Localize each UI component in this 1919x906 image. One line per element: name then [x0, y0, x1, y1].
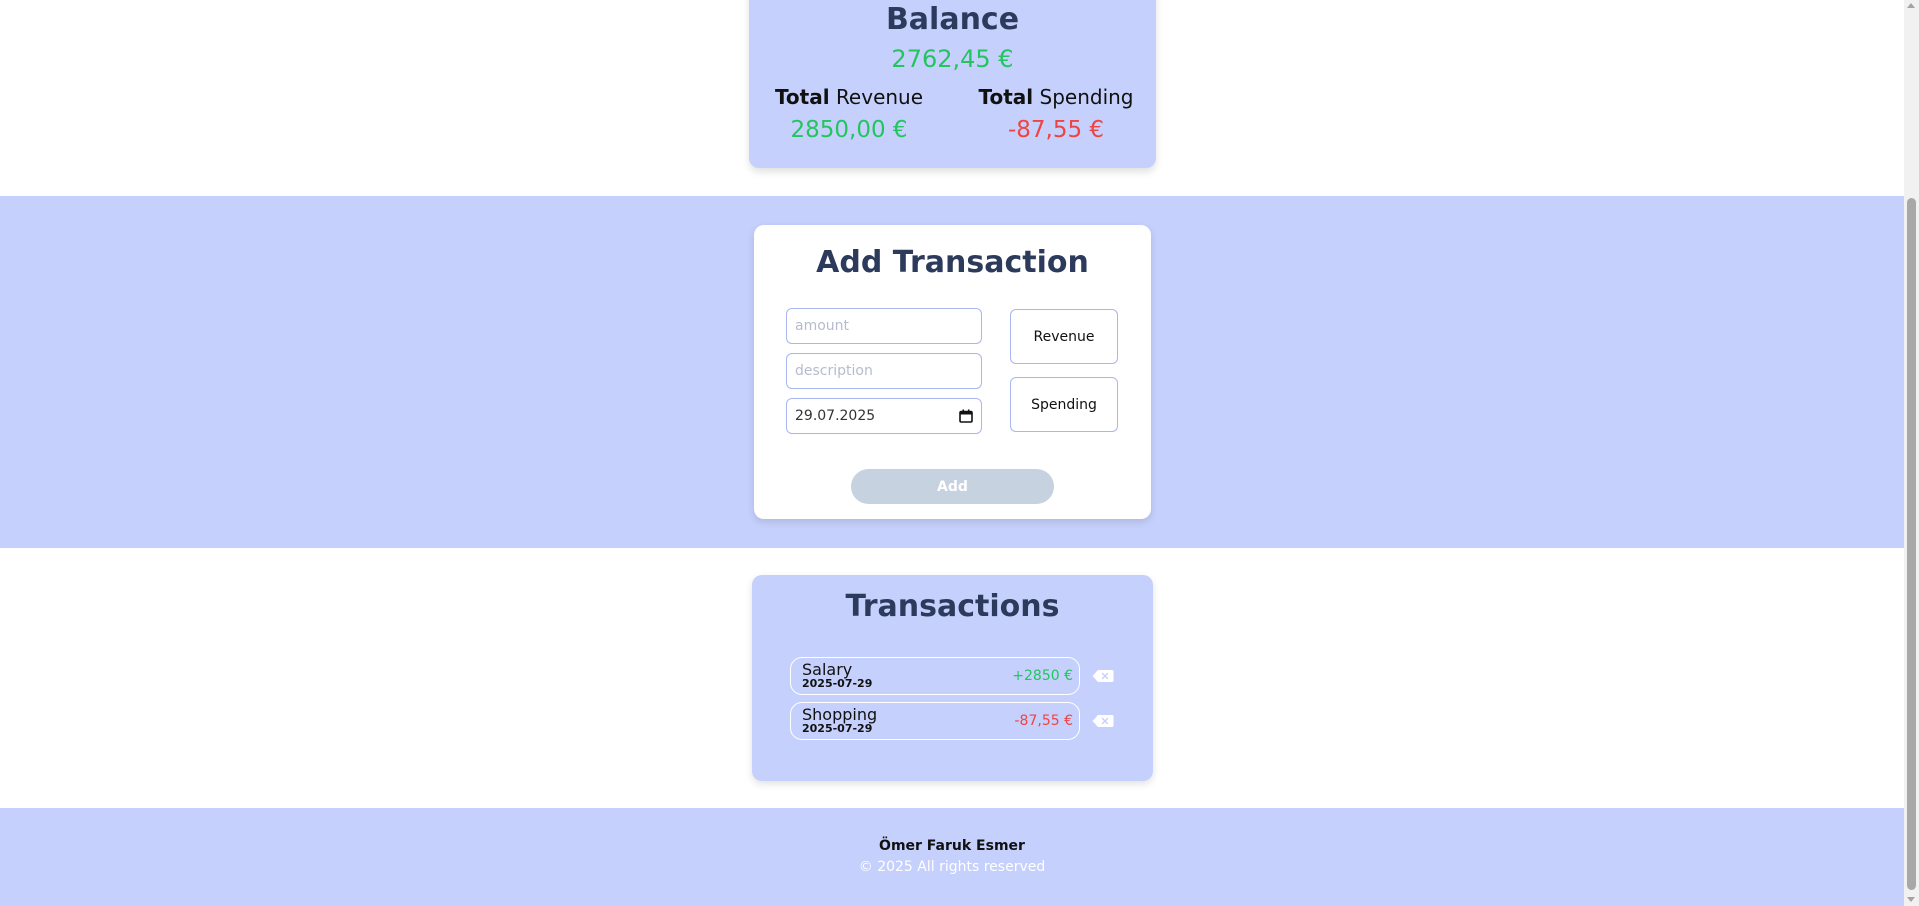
balance-value: 2762,45 €: [891, 45, 1014, 73]
transaction-amount: -87,55 €: [1014, 713, 1074, 729]
scroll-down-arrow-icon[interactable]: [1907, 897, 1915, 902]
transaction-amount: +2850 €: [1012, 668, 1073, 684]
footer-author: Ömer Faruk Esmer: [879, 838, 1025, 854]
add-transaction-title: Add Transaction: [816, 245, 1089, 280]
transactions-card: Transactions Salary 2025-07-29 +2850 € S…: [752, 575, 1153, 781]
transaction-row: Salary 2025-07-29 +2850 €: [790, 657, 1080, 695]
total-spending-block: Total Spending -87,55 €: [956, 85, 1156, 143]
total-spending-value: -87,55 €: [1007, 117, 1105, 143]
spending-word: Spending: [1039, 85, 1134, 109]
transaction-description: Shopping: [802, 705, 878, 724]
balance-title: Balance: [885, 2, 1020, 37]
transaction-date: 2025-07-29: [802, 722, 873, 735]
transaction-date: 2025-07-29: [802, 677, 873, 690]
total-spending-label: Total Spending: [956, 85, 1156, 109]
backspace-delete-icon: [1092, 715, 1114, 727]
scrollbar-thumb[interactable]: [1907, 198, 1916, 890]
date-input[interactable]: 29.07.2025: [786, 398, 982, 434]
transaction-row: Shopping 2025-07-29 -87,55 €: [790, 702, 1080, 740]
transaction-description: Salary: [802, 660, 853, 679]
total-revenue-block: Total Revenue 2850,00 €: [749, 85, 949, 143]
total-revenue-label: Total Revenue: [749, 85, 949, 109]
footer: Ömer Faruk Esmer © 2025 All rights reser…: [0, 808, 1904, 906]
transactions-title: Transactions: [845, 589, 1060, 624]
total-word: Total: [774, 85, 830, 109]
footer-copyright: © 2025 All rights reserved: [858, 859, 1046, 875]
delete-transaction-button[interactable]: [1092, 714, 1114, 728]
add-transaction-card: Add Transaction 29.07.2025 Revenue Spend…: [754, 225, 1151, 519]
balance-card: Balance 2762,45 € Total Revenue 2850,00 …: [749, 0, 1156, 168]
vertical-scrollbar[interactable]: [1904, 0, 1919, 906]
add-transaction-section: Add Transaction 29.07.2025 Revenue Spend…: [0, 196, 1904, 548]
total-word: Total: [978, 85, 1034, 109]
revenue-button[interactable]: Revenue: [1010, 309, 1118, 364]
date-value: 29.07.2025: [795, 408, 876, 424]
delete-transaction-button[interactable]: [1092, 669, 1114, 683]
backspace-delete-icon: [1092, 670, 1114, 682]
total-revenue-value: 2850,00 €: [790, 117, 908, 143]
calendar-icon[interactable]: [959, 409, 973, 423]
scroll-up-arrow-icon[interactable]: [1907, 3, 1915, 8]
add-button[interactable]: Add: [851, 469, 1054, 504]
revenue-word: Revenue: [835, 85, 924, 109]
description-input[interactable]: [786, 353, 982, 389]
amount-input[interactable]: [786, 308, 982, 344]
spending-button[interactable]: Spending: [1010, 377, 1118, 432]
page: Balance 2762,45 € Total Revenue 2850,00 …: [0, 0, 1904, 906]
